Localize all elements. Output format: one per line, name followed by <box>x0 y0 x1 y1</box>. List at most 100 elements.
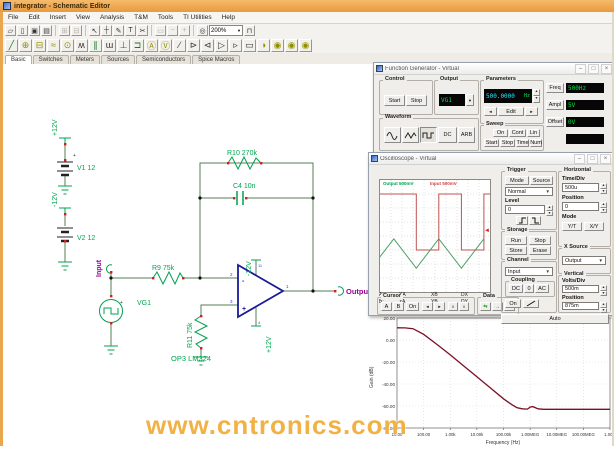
timediv-input[interactable]: 500u <box>562 183 599 192</box>
wire-mode-button[interactable]: ┼ <box>101 25 112 36</box>
cursor-b-button[interactable]: B <box>393 302 404 311</box>
minimize-button[interactable]: – <box>575 64 586 74</box>
cursor-right-button[interactable]: ► <box>434 302 445 311</box>
menu-insert[interactable]: Insert <box>45 14 71 21</box>
opamp-button[interactable]: ▹ <box>229 39 242 52</box>
gates-button[interactable]: ⊓ <box>244 25 255 36</box>
sweep-start-button[interactable]: Start <box>484 139 499 147</box>
menu-tools[interactable]: Tools <box>153 14 178 21</box>
voltsdiv-input[interactable]: 500m <box>562 285 599 293</box>
freq-button[interactable]: Freq <box>546 83 564 93</box>
generator-vg1[interactable]: + VG1 <box>100 300 152 355</box>
menu-view[interactable]: View <box>71 14 95 21</box>
level-spinner[interactable]: ▲▼ <box>546 205 553 214</box>
meter5-button[interactable]: ◉ <box>299 39 312 52</box>
generator-button[interactable]: ≈ <box>47 39 60 52</box>
maximize-button[interactable]: □ <box>587 154 598 164</box>
menu-edit[interactable]: Edit <box>23 14 44 21</box>
slope-button[interactable] <box>523 299 539 308</box>
ammeter-button[interactable]: Ⓐ <box>145 39 158 52</box>
capacitor-c4[interactable]: C4 10n <box>233 183 256 205</box>
oscilloscope-titlebar[interactable]: Oscilloscope - Virtual – □ × <box>369 153 613 165</box>
coupling-ac-button[interactable]: AC <box>535 284 549 293</box>
tab-semiconductors[interactable]: Semiconductors <box>136 55 191 64</box>
h-position-spinner[interactable]: ▲▼ <box>600 202 607 211</box>
menu-t-m[interactable]: T&M <box>129 14 153 21</box>
menu-help[interactable]: Help <box>217 14 240 21</box>
maximize-button[interactable]: □ <box>588 64 599 74</box>
arb-wave-button[interactable]: ARB <box>458 127 475 143</box>
voltage-source-button[interactable]: ⊕ <box>19 39 32 52</box>
run-button[interactable]: Run <box>505 236 527 245</box>
frequency-spinner[interactable]: ▲▼ <box>533 89 540 103</box>
sweep-time-button[interactable]: Time <box>516 139 529 147</box>
text-button[interactable]: T <box>125 25 136 36</box>
meter3-button[interactable]: ◉ <box>271 39 284 52</box>
pointer-button[interactable]: ↖ <box>89 25 100 36</box>
sweep-lin-button[interactable]: Lin <box>527 129 540 137</box>
save-button[interactable]: ▣ <box>29 25 40 36</box>
cursor-bar2-button[interactable]: ‖ <box>459 302 469 311</box>
pen-button[interactable]: ✎ <box>113 25 124 36</box>
menu-ti-utilities[interactable]: TI Utilities <box>178 14 217 21</box>
wire-tool-button[interactable]: ╱ <box>5 39 18 52</box>
stop-button[interactable]: Stop <box>529 236 551 245</box>
h-position-input[interactable]: 0 <box>562 202 599 211</box>
battery-v1[interactable]: + +12V V1 12 <box>52 119 95 194</box>
voltsdiv-spinner[interactable]: ▲▼ <box>600 285 607 293</box>
offset-button[interactable]: Offset <box>546 117 564 127</box>
menu-analysis[interactable]: Analysis <box>95 14 129 21</box>
cursor-on-button[interactable]: On <box>406 302 419 311</box>
relay-button[interactable]: ▭ <box>243 39 256 52</box>
menu-file[interactable]: File <box>3 14 23 21</box>
switch-button[interactable]: ∕ <box>173 39 186 52</box>
trigger-source-button[interactable]: Source <box>530 176 553 185</box>
current-source-button[interactable]: ⊙ <box>61 39 74 52</box>
cursor-a-button[interactable]: A <box>381 302 392 311</box>
sweep-stop-button[interactable]: Stop <box>500 139 515 147</box>
open-button[interactable]: ▱ <box>5 25 16 36</box>
coupling-dc-button[interactable]: DC <box>509 284 523 293</box>
xy-mode-button[interactable]: X/Y <box>584 222 604 231</box>
output-dropdown-button[interactable]: ▼ <box>466 94 474 106</box>
fg-start-button[interactable]: Start <box>384 95 405 106</box>
meter2-button[interactable]: ◑ <box>257 39 270 52</box>
meter4-button[interactable]: ◉ <box>285 39 298 52</box>
resistor-r10[interactable]: R10 270k <box>227 150 261 169</box>
close-button[interactable]: × <box>600 154 611 164</box>
digit-right-button[interactable]: ► <box>525 107 538 116</box>
close-button[interactable]: × <box>601 64 612 74</box>
erase-button[interactable]: Erase <box>529 246 551 255</box>
resistor-button[interactable]: ʍ <box>75 39 88 52</box>
store-button[interactable]: Store <box>505 246 527 255</box>
pnp-button[interactable]: ⊲ <box>201 39 214 52</box>
magnifier-button[interactable]: ◎ <box>197 25 208 36</box>
v-position-input[interactable]: 875m <box>562 302 599 310</box>
ground-button[interactable]: ⊥ <box>117 39 130 52</box>
capacitor-button[interactable]: ∥ <box>89 39 102 52</box>
voltmeter-button[interactable]: Ⓥ <box>159 39 172 52</box>
export-button[interactable]: ▤ <box>41 25 52 36</box>
sine-wave-button[interactable] <box>384 127 401 143</box>
digit-left-button[interactable]: ◄ <box>484 107 497 116</box>
wires[interactable] <box>65 144 335 357</box>
falling-edge-button[interactable] <box>529 216 541 225</box>
timediv-spinner[interactable]: ▲▼ <box>600 183 607 192</box>
tab-switches[interactable]: Switches <box>33 55 69 64</box>
function-generator-titlebar[interactable]: Function Generator - Virtual – □ × <box>374 63 614 75</box>
jumper-button[interactable]: ⊐ <box>131 39 144 52</box>
tab-spice-macros[interactable]: Spice Macros <box>192 55 240 64</box>
new-button[interactable]: ▯ <box>17 25 28 36</box>
cursor-bar1-button[interactable]: ‖ <box>448 302 458 311</box>
triangle-wave-button[interactable] <box>402 127 419 143</box>
battery-v2[interactable]: -12V V2 12 <box>52 192 95 270</box>
minimize-button[interactable]: – <box>574 154 585 164</box>
sweep-num-button[interactable]: Num <box>530 139 542 147</box>
channel-select[interactable]: Input▼ <box>505 267 553 276</box>
cursor-left-button[interactable]: ◄ <box>422 302 433 311</box>
schematic-drawing[interactable]: + +12V V1 12 -12V V2 12 Input + VG1 R9 7… <box>3 64 383 446</box>
square-wave-button[interactable] <box>420 127 437 143</box>
diode-button[interactable]: ▷ <box>215 39 228 52</box>
yt-mode-button[interactable]: Y/T <box>562 222 582 231</box>
input-terminal[interactable]: Input <box>96 259 112 277</box>
